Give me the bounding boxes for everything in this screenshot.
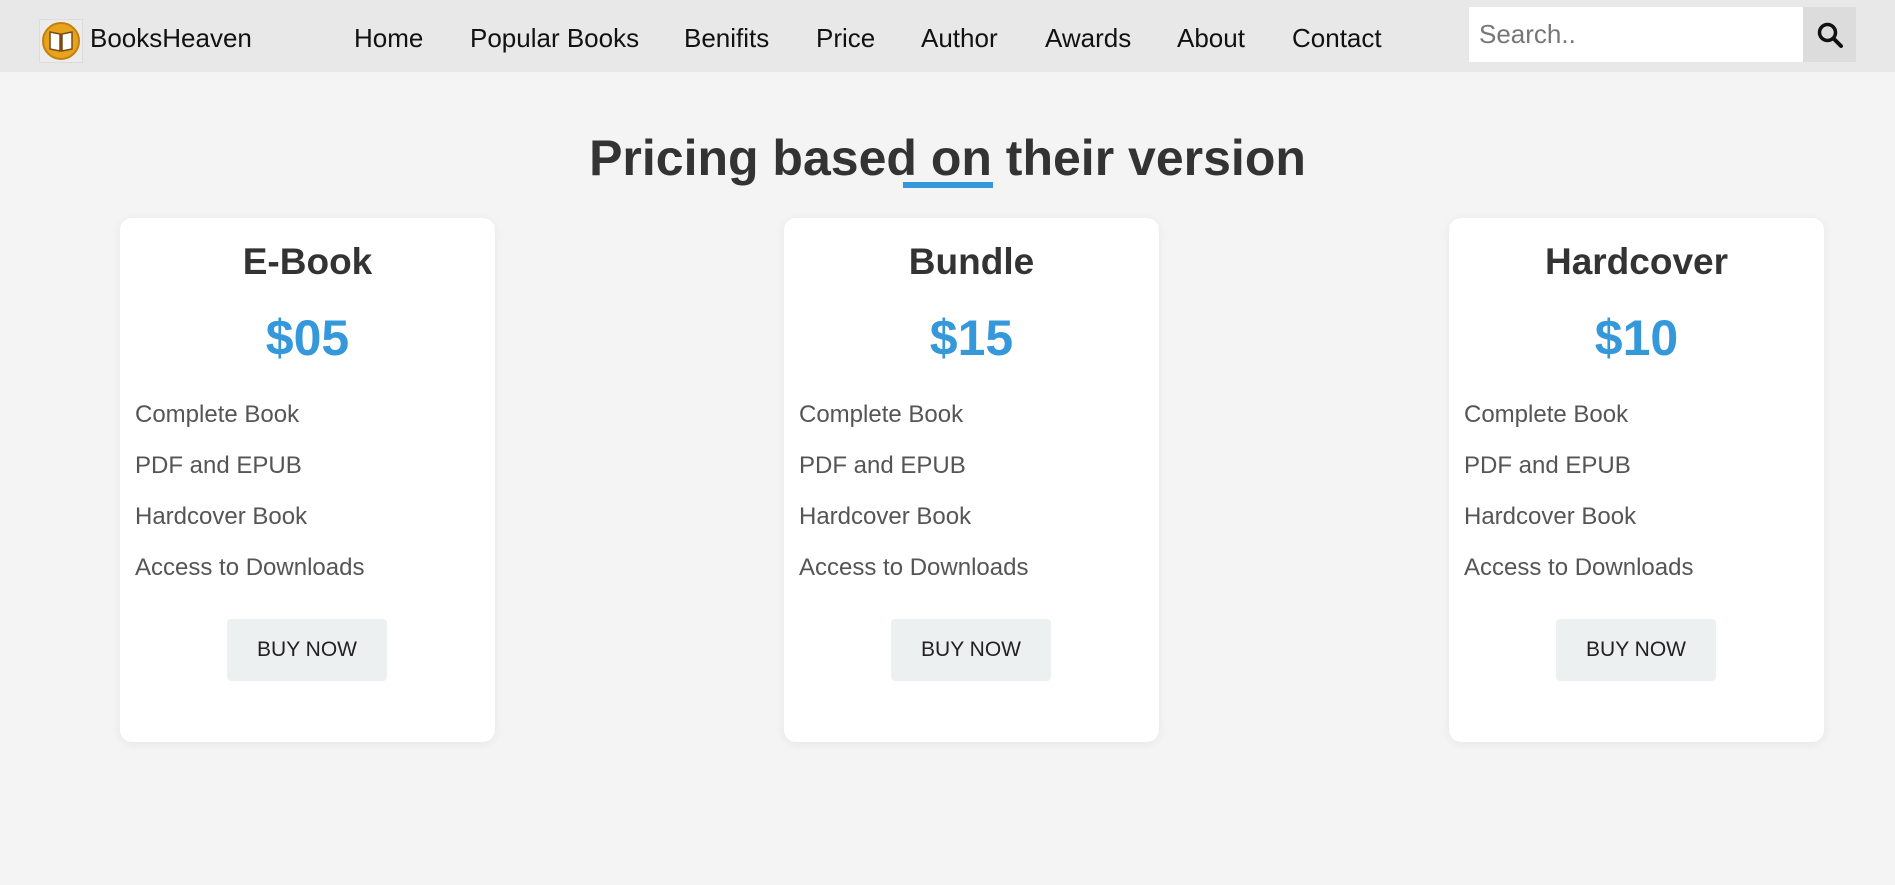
search-icon — [1817, 22, 1843, 48]
brand-name[interactable]: BooksHeaven — [90, 23, 252, 53]
plan-feature: Access to Downloads — [135, 554, 365, 581]
navbar: BooksHeaven Home Popular Books Benifits … — [0, 0, 1895, 72]
nav-link-home[interactable]: Home — [354, 23, 423, 53]
search-input[interactable] — [1469, 7, 1803, 62]
nav-link-popular-books[interactable]: Popular Books — [470, 23, 639, 53]
nav-link-awards[interactable]: Awards — [1045, 23, 1131, 53]
plan-price: $05 — [265, 310, 350, 366]
plan-price: $10 — [1594, 310, 1679, 366]
search-button[interactable] — [1803, 7, 1856, 62]
buy-now-button[interactable]: BUY NOW — [1556, 619, 1716, 681]
plan-price: $15 — [929, 310, 1014, 366]
plan-name: Bundle — [908, 241, 1035, 282]
nav-link-benifits[interactable]: Benifits — [684, 23, 769, 53]
plan-feature: Hardcover Book — [135, 503, 308, 530]
nav-link-contact[interactable]: Contact — [1292, 23, 1382, 53]
pricing-card-bundle: Bundle $15 Complete Book PDF and EPUB Ha… — [784, 218, 1159, 742]
plan-feature: Complete Book — [1464, 401, 1629, 428]
nav-link-author[interactable]: Author — [921, 23, 998, 53]
title-underline — [903, 182, 993, 188]
buy-now-button[interactable]: BUY NOW — [227, 619, 387, 681]
section-title: Pricing based on their version — [589, 130, 1306, 186]
nav-link-about[interactable]: About — [1177, 23, 1245, 53]
plan-feature: PDF and EPUB — [1464, 452, 1631, 479]
plan-feature: Access to Downloads — [1464, 554, 1694, 581]
buy-now-button[interactable]: BUY NOW — [891, 619, 1051, 681]
plan-name: Hardcover — [1544, 241, 1729, 282]
book-logo-icon[interactable] — [39, 19, 83, 63]
nav-link-price[interactable]: Price — [816, 23, 875, 53]
pricing-card-ebook: E-Book $05 Complete Book PDF and EPUB Ha… — [120, 218, 495, 742]
plan-feature: PDF and EPUB — [135, 452, 302, 479]
plan-feature: Hardcover Book — [799, 503, 972, 530]
plan-feature: Access to Downloads — [799, 554, 1029, 581]
plan-feature: Hardcover Book — [1464, 503, 1637, 530]
plan-name: E-Book — [242, 241, 373, 282]
pricing-card-hardcover: Hardcover $10 Complete Book PDF and EPUB… — [1449, 218, 1824, 742]
plan-feature: Complete Book — [135, 401, 300, 428]
plan-feature: Complete Book — [799, 401, 964, 428]
plan-feature: PDF and EPUB — [799, 452, 966, 479]
